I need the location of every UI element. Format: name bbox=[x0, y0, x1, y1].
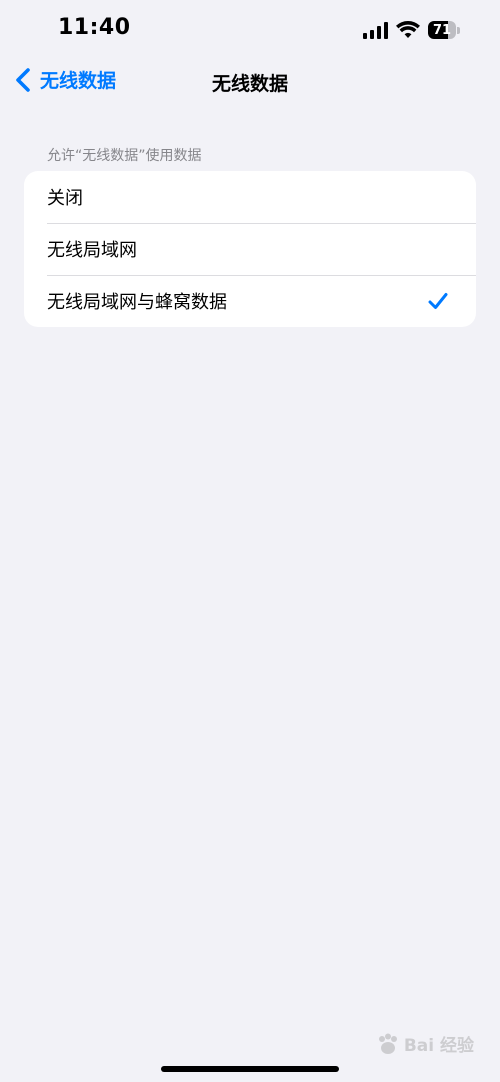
status-icons: 71 bbox=[363, 19, 460, 41]
option-label: 无线局域网 bbox=[47, 240, 137, 261]
data-usage-options: 关闭 无线局域网 无线局域网与蜂窝数据 bbox=[24, 171, 476, 327]
option-wlan[interactable]: 无线局域网 bbox=[24, 223, 476, 275]
page-title: 无线数据 bbox=[211, 73, 288, 95]
navigation-bar: 无线数据 无线数据 bbox=[0, 58, 500, 104]
section-header: 允许“无线数据”使用数据 bbox=[47, 148, 202, 164]
paw-icon bbox=[378, 1033, 397, 1054]
option-label: 无线局域网与蜂窝数据 bbox=[47, 292, 227, 313]
status-bar: 11:40 71 bbox=[0, 0, 500, 58]
checkmark-icon bbox=[428, 293, 448, 309]
option-off[interactable]: 关闭 bbox=[24, 171, 476, 223]
watermark-text: Bai 经验 bbox=[403, 1036, 474, 1056]
cellular-signal-icon bbox=[363, 21, 388, 39]
option-label: 关闭 bbox=[47, 188, 83, 209]
option-wlan-and-cellular[interactable]: 无线局域网与蜂窝数据 bbox=[24, 275, 476, 327]
battery-body: 71 bbox=[428, 21, 456, 39]
battery-level: 71 bbox=[432, 22, 452, 38]
battery-icon: 71 bbox=[428, 21, 460, 39]
watermark: Bai 经验 bbox=[376, 1031, 474, 1056]
status-time: 11:40 bbox=[58, 15, 131, 40]
home-indicator[interactable] bbox=[161, 1066, 339, 1072]
battery-tip bbox=[457, 26, 460, 34]
wifi-icon bbox=[396, 21, 420, 38]
